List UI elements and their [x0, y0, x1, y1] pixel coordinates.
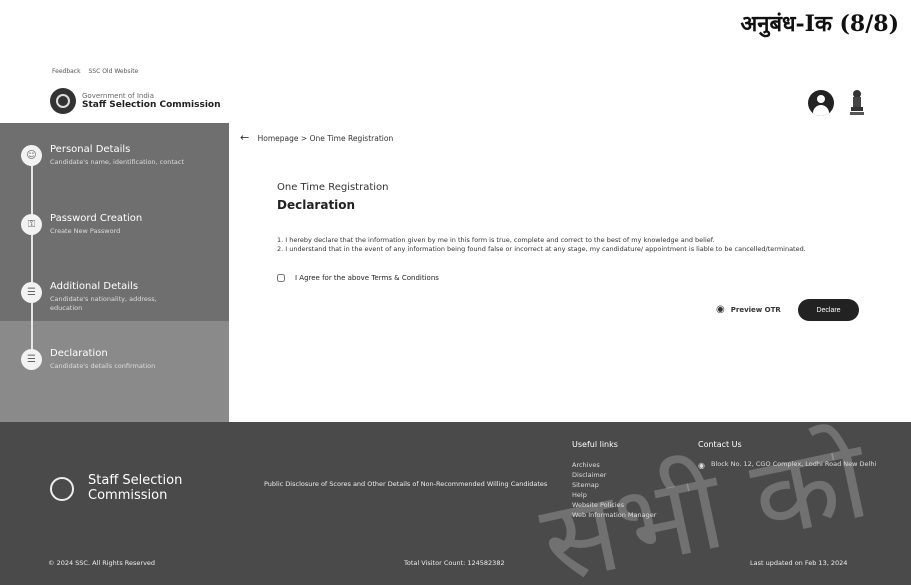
step-subtitle: Candidate's details confirmation: [50, 362, 156, 370]
declaration-item: 2. I understand that in the event of any…: [277, 245, 806, 254]
ssc-emblem-icon: [50, 476, 74, 501]
declare-button[interactable]: Declare: [798, 299, 859, 321]
step-personal-details[interactable]: ☺ Personal Details Candidate's name, ide…: [21, 144, 185, 167]
national-emblem-icon: [850, 90, 864, 115]
contact-address: ◉ Block No. 12, CGO Complex, Lodhi Road …: [698, 460, 878, 471]
footer-link-web-info-manager[interactable]: Web Information Manager: [572, 510, 656, 520]
copyright: © 2024 SSC. All Rights Reserved: [48, 559, 156, 567]
step-title: Personal Details: [50, 144, 131, 155]
step-title: Additional Details: [50, 281, 139, 292]
contact-title: Contact Us: [698, 440, 742, 449]
person-icon: ☺: [21, 145, 42, 166]
location-pin-icon: ◉: [698, 461, 705, 470]
step-title: Password Creation: [50, 213, 143, 224]
header-brand[interactable]: Government of India Staff Selection Comm…: [50, 88, 221, 114]
footer-link-sitemap[interactable]: Sitemap: [572, 480, 656, 490]
back-arrow-icon[interactable]: ←: [240, 131, 249, 144]
breadcrumb-home[interactable]: Homepage: [258, 134, 299, 143]
ssc-emblem-icon: [50, 88, 76, 114]
contact-address-text: Block No. 12, CGO Complex, Lodhi Road Ne…: [710, 460, 877, 468]
registration-steps-sidebar: ☺ Personal Details Candidate's name, ide…: [0, 123, 229, 422]
document-icon: ☰: [21, 282, 42, 303]
footer-org-name: Staff Selection Commission: [88, 473, 183, 503]
old-website-link[interactable]: SSC Old Website: [89, 68, 139, 75]
preview-otr-button[interactable]: ◉ Preview OTR: [716, 304, 781, 315]
step-declaration[interactable]: ☰ Declaration Candidate's details confir…: [21, 348, 185, 371]
agree-label: I Agree for the above Terms & Conditions: [295, 274, 439, 282]
step-subtitle: Create New Password: [50, 227, 121, 235]
brand-org-name: Staff Selection Commission: [82, 100, 221, 110]
step-title: Declaration: [50, 348, 108, 359]
document-check-icon: ☰: [21, 349, 42, 370]
disclosure-link[interactable]: Public Disclosure of Scores and Other De…: [264, 480, 554, 490]
form-title: One Time Registration: [277, 182, 389, 193]
footer-link-disclaimer[interactable]: Disclaimer: [572, 470, 656, 480]
useful-links-list: Archives Disclaimer Sitemap Help Website…: [572, 460, 656, 520]
key-icon: ⚿: [21, 214, 42, 235]
step-additional-details[interactable]: ☰ Additional Details Candidate's nationa…: [21, 281, 185, 313]
user-profile-icon[interactable]: [808, 90, 834, 116]
breadcrumb-current: One Time Registration: [309, 134, 394, 143]
brand-government: Government of India: [82, 92, 155, 100]
breadcrumb: ← Homepage > One Time Registration: [240, 131, 393, 144]
step-subtitle: Candidate's name, identification, contac…: [50, 158, 184, 166]
footer-link-archives[interactable]: Archives: [572, 460, 656, 470]
declaration-item: 1. I hereby declare that the information…: [277, 236, 715, 244]
footer-link-website-policies[interactable]: Website Policies: [572, 500, 656, 510]
eye-icon: ◉: [716, 304, 725, 315]
top-links: Feedback SSC Old Website: [52, 68, 144, 75]
agree-terms[interactable]: I Agree for the above Terms & Conditions: [277, 274, 439, 282]
breadcrumb-separator: >: [300, 134, 308, 143]
footer: सभी को Staff Selection Commission Public…: [0, 422, 911, 585]
footer-brand[interactable]: Staff Selection Commission: [50, 473, 198, 504]
declaration-text: 1. I hereby declare that the information…: [277, 236, 837, 255]
step-subtitle: Candidate's nationality, address, educat…: [50, 295, 157, 313]
useful-links-title: Useful links: [572, 440, 618, 449]
feedback-link[interactable]: Feedback: [52, 68, 81, 75]
preview-label: Preview OTR: [730, 305, 781, 314]
page-title: Declaration: [277, 198, 356, 212]
footer-link-help[interactable]: Help: [572, 490, 656, 500]
step-password-creation[interactable]: ⚿ Password Creation Create New Password: [21, 213, 185, 236]
agree-checkbox[interactable]: [277, 274, 285, 282]
visitor-count: Total Visitor Count: 124582382: [404, 559, 505, 567]
last-updated: Last updated on Feb 13, 2024: [750, 559, 848, 567]
annexure-label: अनुबंध-Iक (8/8): [740, 11, 899, 37]
